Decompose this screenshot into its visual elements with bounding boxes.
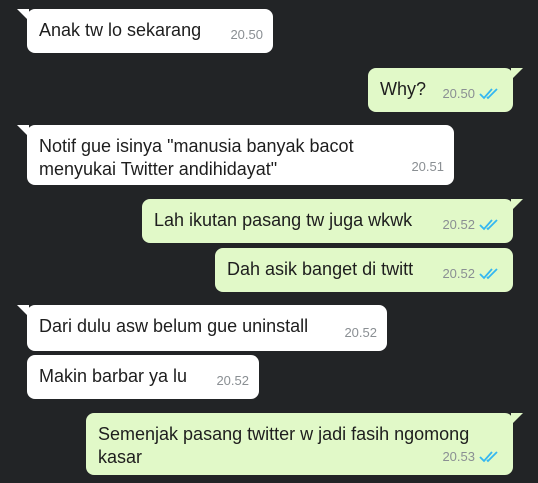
message-text: Semenjak pasang twitter w jadi fasih ngo… <box>98 424 470 467</box>
message-time: 20.52 <box>216 373 249 388</box>
message-time: 20.50 <box>442 86 475 101</box>
message-time: 20.50 <box>230 27 263 42</box>
read-double-check-icon <box>479 87 503 101</box>
message-time: 20.52 <box>442 266 475 281</box>
message-time: 20.51 <box>411 159 444 174</box>
message-bubble-incoming[interactable]: Anak tw lo sekarang 20.50 <box>17 9 273 53</box>
message-time: 20.52 <box>344 325 377 340</box>
message-meta: 20.52 <box>442 262 503 285</box>
read-double-check-icon <box>479 450 503 464</box>
message-bubble-incoming[interactable]: Makin barbar ya lu 20.52 <box>27 355 259 399</box>
message-meta: 20.52 <box>344 321 377 344</box>
message-bubble-incoming[interactable]: Dari dulu asw belum gue uninstall 20.52 <box>17 305 387 351</box>
message-bubble-outgoing[interactable]: Dah asik banget di twitt 20.52 <box>215 248 513 292</box>
message-text: Dah asik banget di twitt <box>227 259 414 279</box>
message-text: Notif gue isinya "manusia banyak bacot m… <box>39 136 354 179</box>
message-text: Lah ikutan pasang tw juga wkwk <box>154 210 413 230</box>
message-text: Dari dulu asw belum gue uninstall <box>39 316 309 336</box>
message-bubble-outgoing[interactable]: Why? 20.50 <box>368 68 523 112</box>
message-meta: 20.52 <box>442 213 503 236</box>
message-bubble-outgoing[interactable]: Semenjak pasang twitter w jadi fasih ngo… <box>86 413 523 475</box>
message-meta: 20.50 <box>230 23 263 46</box>
message-bubble-incoming[interactable]: Notif gue isinya "manusia banyak bacot m… <box>17 125 454 185</box>
message-text: Makin barbar ya lu <box>39 366 188 386</box>
read-double-check-icon <box>479 218 503 232</box>
message-meta: 20.51 <box>411 155 444 178</box>
message-time: 20.53 <box>442 449 475 464</box>
message-meta: 20.52 <box>216 369 249 392</box>
message-meta: 20.53 <box>442 445 503 468</box>
message-time: 20.52 <box>442 217 475 232</box>
message-meta: 20.50 <box>442 82 503 105</box>
read-double-check-icon <box>479 267 503 281</box>
message-text: Why? <box>380 79 427 99</box>
message-text: Anak tw lo sekarang <box>39 20 202 40</box>
message-bubble-outgoing[interactable]: Lah ikutan pasang tw juga wkwk 20.52 <box>142 199 523 243</box>
